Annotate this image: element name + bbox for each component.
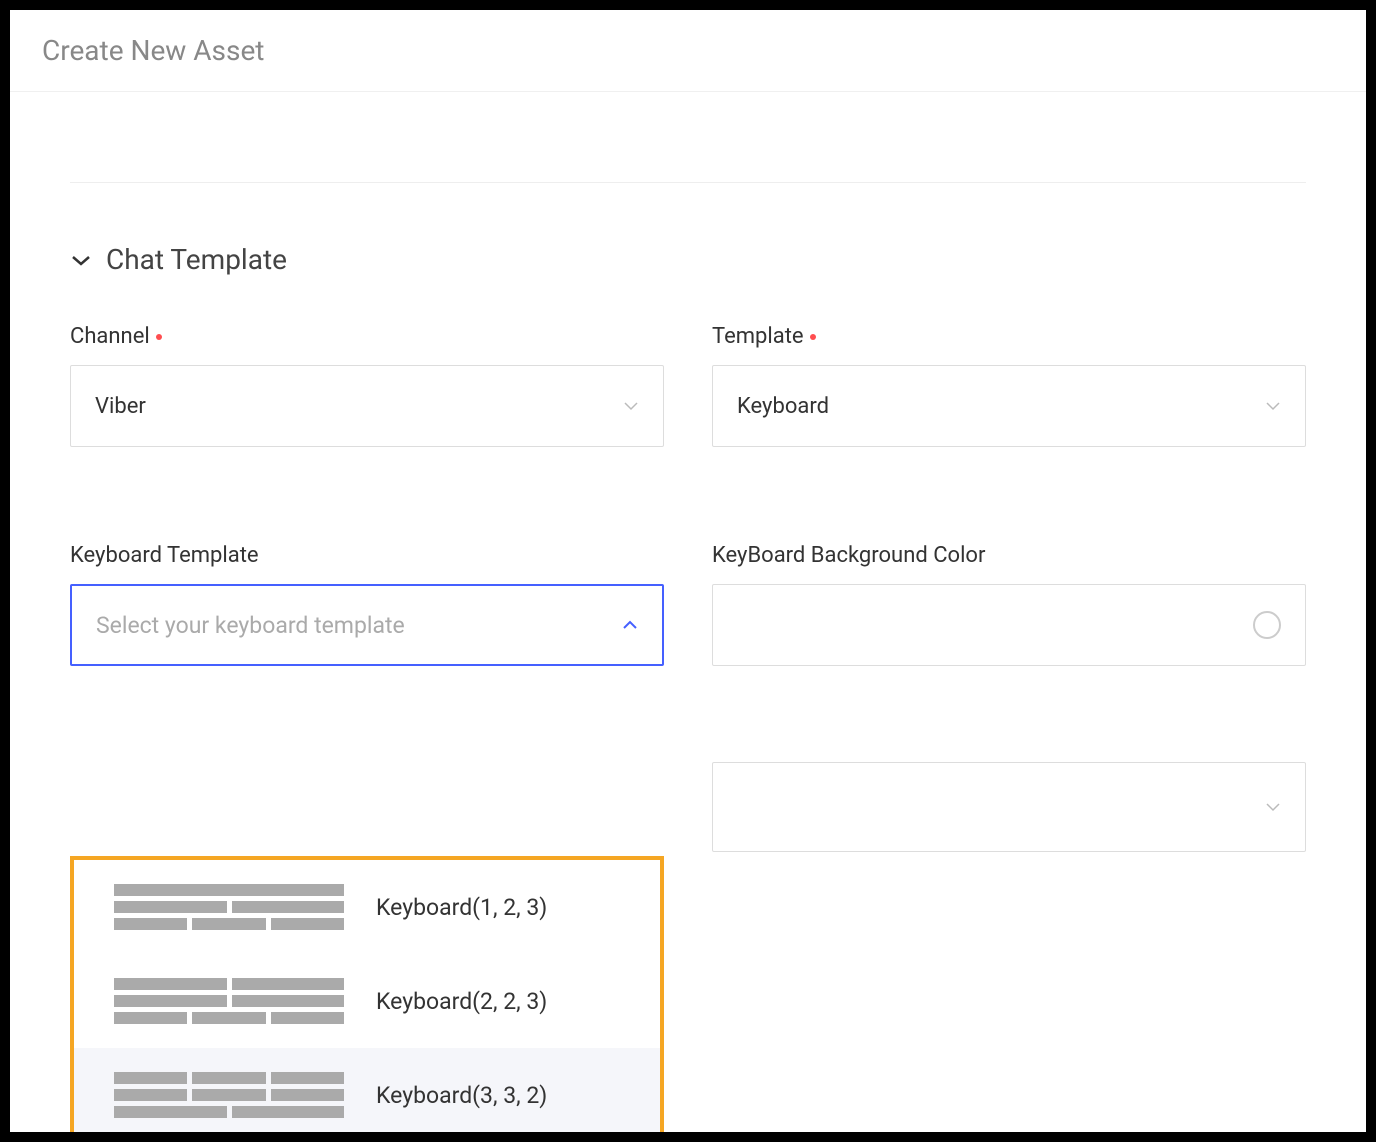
keyboard-template-field: Keyboard Template Select your keyboard t… [70,543,664,852]
required-indicator [156,334,162,340]
divider [70,182,1306,183]
option-label: Keyboard(2, 2, 3) [376,988,547,1015]
template-label: Template [712,324,1306,349]
additional-select[interactable] [712,762,1306,852]
section-title: Chat Template [106,243,287,276]
bg-color-label: KeyBoard Background Color [712,543,1306,568]
color-swatch-icon [1253,611,1281,639]
bg-color-field: KeyBoard Background Color [712,543,1306,852]
dropdown-option-3[interactable]: Keyboard(3, 3, 2) [74,1048,660,1132]
chevron-down-icon [623,398,639,414]
option-label: Keyboard(1, 2, 3) [376,894,547,921]
keyboard-template-label: Keyboard Template [70,543,664,568]
chevron-down-icon [1265,398,1281,414]
page-header: Create New Asset [10,10,1366,92]
channel-select[interactable]: Viber [70,365,664,447]
chevron-down-icon [1265,799,1281,815]
keyboard-template-placeholder: Select your keyboard template [96,612,405,639]
page-title: Create New Asset [42,34,1334,67]
section-header[interactable]: Chat Template [70,243,1306,276]
chevron-down-icon [70,249,92,271]
required-indicator [810,334,816,340]
keyboard-template-dropdown: Keyboard(1, 2, 3) Keyboard(2, 2, 3) [70,856,664,1132]
template-value: Keyboard [737,394,829,419]
template-field: Template Keyboard [712,324,1306,447]
layout-preview-icon [114,884,344,930]
dropdown-option-2[interactable]: Keyboard(2, 2, 3) [74,954,660,1048]
layout-preview-icon [114,978,344,1024]
channel-label: Channel [70,324,664,349]
dropdown-option-1[interactable]: Keyboard(1, 2, 3) [74,860,660,954]
channel-value: Viber [95,394,146,419]
chevron-up-icon [622,617,638,633]
template-select[interactable]: Keyboard [712,365,1306,447]
layout-preview-icon [114,1072,344,1118]
channel-field: Channel Viber [70,324,664,447]
keyboard-template-select[interactable]: Select your keyboard template [70,584,664,666]
bg-color-input[interactable] [712,584,1306,666]
option-label: Keyboard(3, 3, 2) [376,1082,547,1109]
